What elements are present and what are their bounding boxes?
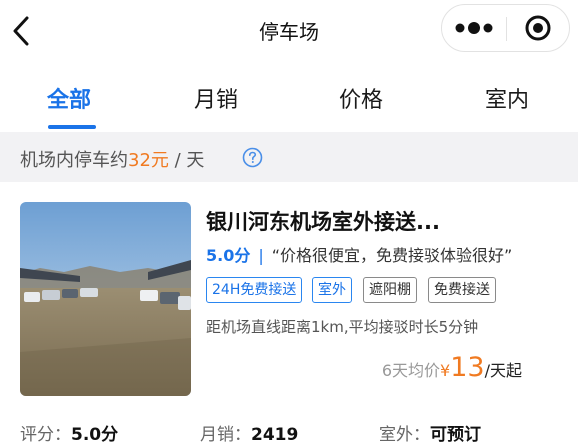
tab-price[interactable]: 价格: [339, 82, 383, 114]
info-suffix: / 天: [168, 150, 205, 171]
tab-all[interactable]: 全部: [47, 82, 91, 114]
stat-outdoor: 室外：可预订: [379, 420, 481, 442]
info-price: 32元: [128, 150, 169, 171]
stat-score: 评分：5.0分: [20, 420, 118, 442]
price-line: 6天均价 ¥13/天起: [382, 352, 522, 383]
parking-lot-photo: [20, 202, 191, 396]
stat-sales-label: 月销：: [200, 425, 251, 442]
sort-tabs: 全部 月销 价格 室内: [0, 62, 578, 132]
review-snippet: “价格很便宜，免费接驳体验很好”: [271, 246, 513, 265]
parking-lot-card[interactable]: 银川河东机场室外接送... 5.0分 | “价格很便宜，免费接驳体验很好” 24H免…: [0, 182, 578, 442]
stat-outdoor-label: 室外：: [379, 425, 430, 442]
tab-monthly-sales[interactable]: 月销: [194, 82, 238, 114]
nav-bar: 停车场: [0, 0, 578, 62]
target-close-icon: [525, 15, 551, 41]
tag-free-shuttle: 免费接送: [428, 277, 496, 303]
more-dots-icon: [455, 22, 493, 34]
tag-sunshade: 遮阳棚: [363, 277, 417, 303]
stat-outdoor-value: 可预订: [430, 425, 481, 442]
price-value: 13: [450, 352, 485, 383]
more-button[interactable]: [442, 5, 506, 51]
stat-monthly-sales: 月销：2419: [200, 420, 298, 442]
info-prefix: 机场内停车约: [20, 150, 128, 171]
rating-score: 5.0分: [206, 246, 251, 265]
lot-stats: 评分：5.0分 月销：2419 室外：可预订: [0, 420, 578, 442]
tag-free-shuttle-24h: 24H免费接送: [206, 277, 303, 303]
price-currency: ¥: [440, 361, 451, 380]
rating-line: 5.0分 | “价格很便宜，免费接驳体验很好”: [206, 242, 512, 266]
stat-score-label: 评分：: [20, 425, 71, 442]
tag-outdoor: 室外: [312, 277, 352, 303]
price-unit: /天起: [484, 361, 522, 380]
tab-indoor[interactable]: 室内: [485, 82, 529, 114]
close-button[interactable]: [507, 5, 569, 51]
active-tab-indicator: [48, 125, 96, 129]
price-prefix: 6天均价: [381, 361, 441, 380]
airport-price-info: 机场内停车约32元 / 天: [20, 146, 204, 172]
rating-separator: |: [258, 246, 264, 265]
distance-info: 距机场直线距离1km,平均接驳时长5分钟: [206, 318, 479, 336]
mini-program-capsule: [441, 4, 570, 52]
parking-lot-title[interactable]: 银川河东机场室外接送...: [206, 206, 440, 236]
airport-price-info-bar: 机场内停车约32元 / 天: [0, 132, 578, 182]
stat-sales-value: 2419: [251, 425, 299, 442]
stat-score-value: 5.0分: [71, 425, 119, 442]
question-circle-icon[interactable]: [242, 147, 263, 168]
